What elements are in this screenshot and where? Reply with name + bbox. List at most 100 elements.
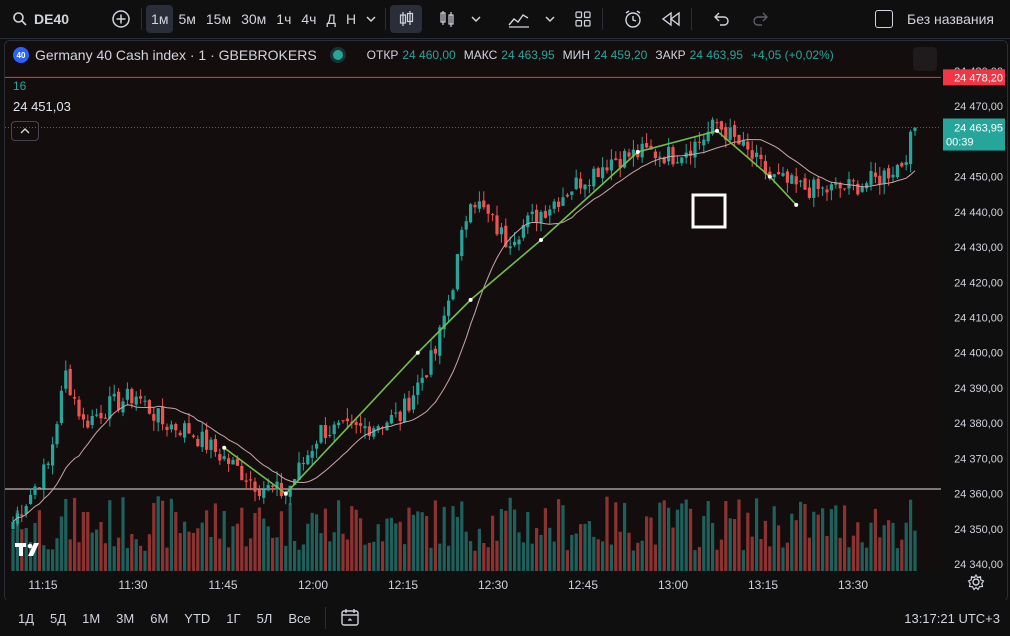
volume-bar [90, 532, 94, 571]
volume-bar [724, 501, 728, 571]
pane-settings-button[interactable] [913, 47, 937, 71]
ma-value: 24 451,03 [13, 99, 71, 114]
volume-bar [416, 511, 420, 571]
volume-bar [425, 515, 429, 571]
timezone-clock[interactable]: 13:17:21 UTC+3 [904, 611, 1000, 626]
change-value: +4,05 (+0,02%) [750, 48, 834, 62]
volume-bar [266, 526, 270, 571]
volume-bar [895, 548, 899, 571]
indicators-templates-button[interactable] [502, 5, 562, 33]
volume-bar [530, 543, 534, 571]
volume-bar [667, 507, 671, 571]
candle-body [592, 168, 596, 187]
close-value: 24 463,95 [689, 48, 743, 62]
interval-week[interactable]: Н [341, 5, 361, 33]
volume-bar [473, 550, 477, 571]
goto-date-button[interactable] [340, 607, 360, 630]
volume-bar [794, 520, 798, 571]
interval-dropdown[interactable] [361, 5, 381, 33]
candle-body [499, 227, 503, 235]
search-icon [12, 11, 28, 27]
candle-body [570, 191, 574, 195]
volume-bar [376, 524, 380, 571]
volume-bar [539, 534, 543, 571]
symbol-legend: 40 Germany 40 Cash index · 1 · GBEBROKER… [13, 47, 834, 63]
layouts-button[interactable] [568, 5, 598, 33]
volume-bar [799, 501, 803, 571]
symbol-search-button[interactable]: DE40 [6, 5, 75, 33]
volume-bar [178, 533, 182, 571]
range-all[interactable]: Все [280, 611, 318, 626]
volume-bar [152, 502, 156, 571]
price-tick-label: 24 470,00 [954, 101, 1003, 113]
candle-body [759, 154, 763, 160]
candle-body [777, 171, 781, 175]
chart-pane[interactable]: 24 480,0024 470,0024 460,0024 450,0024 4… [4, 40, 1008, 602]
volume-bar [891, 522, 895, 571]
volume-bar [345, 539, 349, 571]
interval-15m[interactable]: 15м [201, 5, 236, 33]
chevron-down-icon [365, 13, 377, 25]
candle-body [469, 204, 473, 223]
rewind-icon [661, 11, 681, 27]
indicators-button[interactable] [432, 5, 488, 33]
time-tick-label: 12:30 [478, 578, 508, 592]
range-6m[interactable]: 6М [142, 611, 176, 626]
interval-4h[interactable]: 4ч [296, 5, 321, 33]
candle-body [253, 481, 257, 492]
interval-day[interactable]: Д [321, 5, 340, 33]
range-1m[interactable]: 1М [74, 611, 108, 626]
interval-30m[interactable]: 30м [236, 5, 271, 33]
candle-body [59, 390, 63, 423]
candle-body [671, 147, 675, 165]
price-chart[interactable]: 24 480,0024 470,0024 460,0024 450,0024 4… [5, 41, 1007, 601]
volume-bar [121, 497, 125, 571]
compare-button[interactable] [105, 5, 137, 33]
volume-bar [73, 497, 77, 571]
interval-5m[interactable]: 5м [173, 5, 200, 33]
zigzag-point [767, 174, 772, 179]
candle-body [323, 425, 327, 438]
range-5y[interactable]: 5Л [249, 611, 281, 626]
candle-body [156, 408, 160, 423]
volume-bar [323, 508, 327, 571]
range-ytd[interactable]: YTD [176, 611, 218, 626]
range-5d[interactable]: 5Д [42, 611, 74, 626]
candle-body [482, 200, 486, 208]
candle-body [535, 209, 539, 223]
zigzag-point [715, 128, 719, 133]
interval-1h[interactable]: 1ч [271, 5, 296, 33]
replay-button[interactable] [655, 5, 687, 33]
volume-bar [772, 506, 776, 571]
layout-name-button[interactable]: Без названия [869, 5, 1000, 33]
symbol-title[interactable]: Germany 40 Cash index · 1 · GBEBROKERS [35, 47, 317, 63]
range-1d[interactable]: 1Д [10, 611, 42, 626]
volume-bar [398, 521, 402, 571]
volume-bar [95, 529, 99, 571]
candle-body [46, 463, 50, 465]
volume-bar [337, 500, 341, 571]
undo-button[interactable] [706, 5, 736, 33]
volume-bar [733, 519, 737, 571]
collapse-legend-button[interactable] [11, 121, 39, 141]
volume-bar [429, 547, 433, 571]
candle-body [301, 462, 305, 465]
range-1y[interactable]: 1Г [218, 611, 248, 626]
redo-button[interactable] [746, 5, 776, 33]
volume-bar [812, 511, 816, 571]
volume-bar [460, 501, 464, 571]
volume-bar [596, 539, 600, 571]
interval-1m[interactable]: 1м [146, 5, 174, 33]
auto-scale-button[interactable] [967, 573, 985, 594]
volume-bar [618, 531, 622, 571]
candle-body [125, 388, 129, 400]
zigzag-point [415, 350, 420, 355]
candle-body [196, 438, 200, 447]
candles-chart-type-button[interactable] [390, 5, 423, 33]
candle-body [477, 201, 481, 209]
volume-bar [455, 516, 459, 571]
range-3m[interactable]: 3М [108, 611, 142, 626]
alert-button[interactable] [617, 5, 649, 33]
volume-bar [407, 507, 411, 571]
volume-bar [117, 537, 121, 571]
